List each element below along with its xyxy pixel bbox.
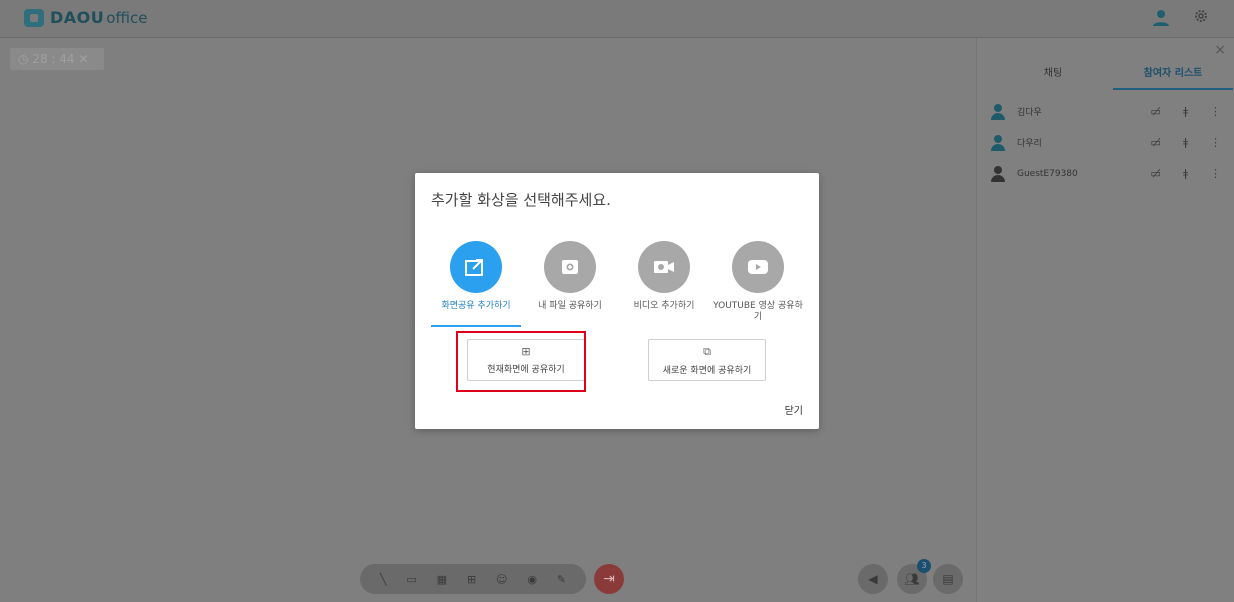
speaker-button[interactable]: ◀ [858,564,888,594]
mic-off-icon[interactable]: ǂ [1183,167,1188,180]
top-bar: DAOU office [0,0,1234,38]
emoji-icon[interactable]: ☺ [496,573,507,586]
share-new-label: 새로운 화면에 공유하기 [662,366,752,376]
highlight-box [456,331,586,392]
option-youtube[interactable]: YOUTUBE 영상 공유하기 [711,241,805,327]
logo-mark-icon [24,8,44,27]
chat-icon: ▤ [942,572,954,586]
participant-row: 김다우 ▭̸ ǂ ⋮ [985,96,1231,127]
camera-off-icon[interactable]: ▭̸ [1151,136,1161,149]
more-icon[interactable]: ⋮ [1210,167,1221,180]
participant-list: 김다우 ▭̸ ǂ ⋮ 다우리 ▭̸ ǂ ⋮ GuestE79380 ▭̸ ǂ ⋮ [985,96,1231,189]
participants-count-badge: 3 [917,559,931,573]
tab-chat[interactable]: 채팅 [993,62,1113,90]
share-screen-icon [450,241,502,293]
participant-name: GuestE79380 [1017,168,1078,179]
layout-grid-icon[interactable]: ▦ [437,573,447,586]
clock-icon: ◷ [18,52,29,66]
speaker-icon: ◀ [868,572,878,586]
add-screen-icon[interactable]: ⊞ [467,573,476,586]
close-icon[interactable]: × [1214,42,1226,58]
participant-name: 다우리 [1017,139,1042,149]
mic-off-icon[interactable]: ╲ [380,573,387,586]
avatar [989,165,1007,183]
logo-product: office [106,8,148,27]
share-new-screen-button[interactable]: ⧉ 새로운 화면에 공유하기 [648,339,766,381]
option-list: 화면공유 추가하기 내 파일 공유하기 비디오 추가하기 YOUTUBE 영상 … [429,241,805,327]
gear-icon[interactable] [1190,8,1212,30]
logo[interactable]: DAOU office [24,8,147,27]
exit-icon: ⇥ [603,571,615,587]
timer: ◷ 28 : 44 ✕ [10,48,104,70]
logo-brand: DAOU [50,8,105,27]
people-icon: 👥︎ [904,572,920,586]
timer-close-icon[interactable]: ✕ [78,52,88,66]
screens-add-icon: ⧉ [703,345,711,358]
timer-value: 28 : 44 [32,52,75,66]
camera-off-icon[interactable]: ▭̸ [1151,105,1161,118]
more-icon[interactable]: ⋮ [1210,136,1221,149]
youtube-icon [732,241,784,293]
file-icon [544,241,596,293]
option-label: 내 파일 공유하기 [538,301,602,311]
option-screen-share[interactable]: 화면공유 추가하기 [429,241,523,327]
close-button[interactable]: 닫기 [785,402,803,417]
option-label: YOUTUBE 영상 공유하기 [713,301,803,322]
camera-off-icon[interactable]: ▭̸ [1151,167,1161,180]
option-video-add[interactable]: 비디오 추가하기 [617,241,711,327]
participant-row: GuestE79380 ▭̸ ǂ ⋮ [985,158,1231,189]
option-file-share[interactable]: 내 파일 공유하기 [523,241,617,327]
camera-off-icon[interactable]: ▭ [406,573,416,586]
participant-row: 다우리 ▭̸ ǂ ⋮ [985,127,1231,158]
video-icon [638,241,690,293]
participant-name: 김다우 [1017,108,1042,118]
tab-participant-list[interactable]: 참여자 리스트 [1113,62,1233,90]
option-label: 화면공유 추가하기 [441,301,511,311]
user-icon[interactable] [1150,8,1172,30]
modal-title: 추가할 화상을 선택해주세요. [431,191,611,209]
mic-off-icon[interactable]: ǂ [1183,105,1188,118]
avatar [989,103,1007,121]
chat-button[interactable]: ▤ [933,564,963,594]
leave-button[interactable]: ⇥ [594,564,624,594]
bottom-toolbar: ╲ ▭ ▦ ⊞ ☺ ◉ ✎ [360,564,586,594]
option-label: 비디오 추가하기 [633,301,695,311]
record-icon[interactable]: ◉ [527,573,537,586]
more-icon[interactable]: ⋮ [1210,105,1221,118]
avatar [989,134,1007,152]
participant-sidebar: × 채팅 참여자 리스트 김다우 ▭̸ ǂ ⋮ 다우리 ▭̸ ǂ ⋮ Guest… [976,38,1234,602]
mic-off-icon[interactable]: ǂ [1183,136,1188,149]
pen-icon[interactable]: ✎ [557,573,566,586]
